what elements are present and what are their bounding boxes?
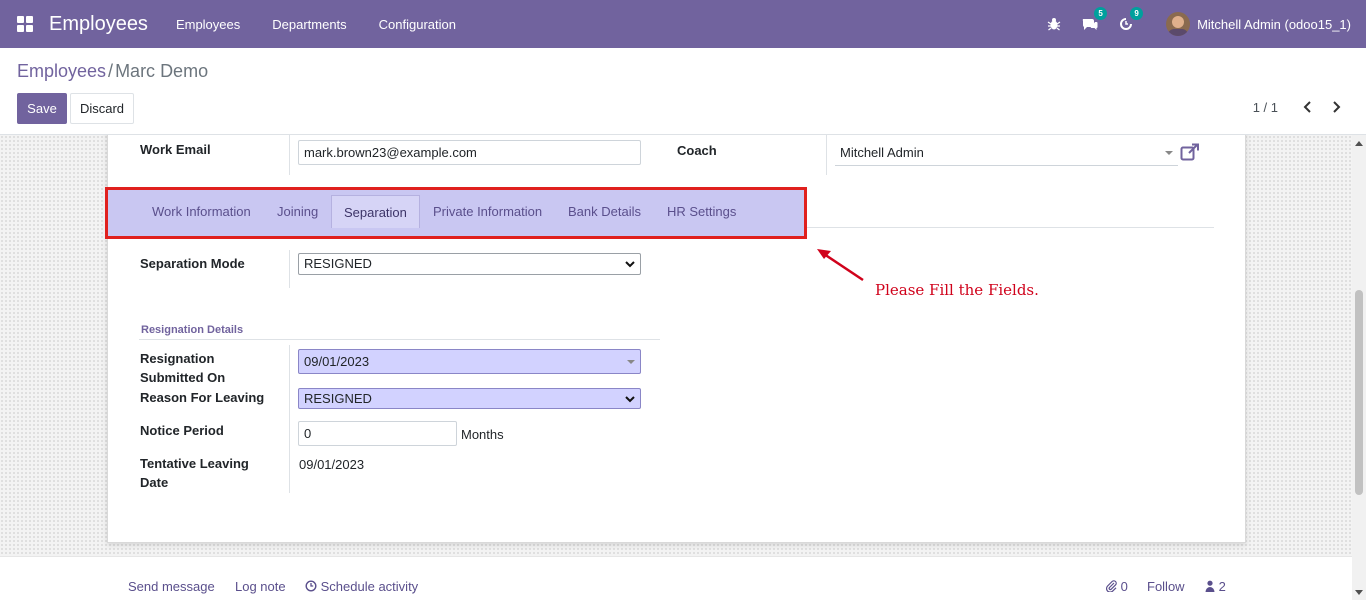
tab-separation[interactable]: Separation [331,195,420,228]
notice-period-label: Notice Period [140,423,224,438]
divider [826,135,827,175]
discard-button[interactable]: Discard [70,93,134,124]
menu-configuration[interactable]: Configuration [379,17,456,32]
reason-for-leaving-value: RESIGNED [304,391,372,406]
divider [289,250,290,288]
attachments-count: 0 [1120,579,1128,594]
tentative-leaving-date-label: Tentative Leaving Date [140,456,249,490]
scroll-up-icon[interactable] [1355,141,1363,146]
main-menu: Employees Departments Configuration [176,17,488,32]
control-panel: Employees / Marc Demo Save Discard 1 / 1 [0,48,1366,135]
attachments-button[interactable]: 0 [1105,579,1128,594]
chevron-down-icon [625,396,635,403]
menu-departments[interactable]: Departments [272,17,346,32]
work-email-field[interactable]: mark.brown23@example.com [298,140,641,165]
breadcrumb: Employees / Marc Demo [17,61,208,82]
section-divider [139,339,660,340]
work-email-label: Work Email [140,142,211,157]
divider [289,345,290,493]
scroll-down-icon[interactable] [1355,590,1363,595]
vertical-scrollbar[interactable] [1352,135,1366,600]
apps-menu-icon[interactable] [17,16,33,32]
annotation-text: Please Fill the Fields. [875,281,1039,299]
resignation-section-title: Resignation Details [141,324,244,336]
breadcrumb-employees[interactable]: Employees [17,61,106,81]
follow-button[interactable]: Follow [1147,579,1185,594]
schedule-activity-label: Schedule activity [320,579,419,594]
systray: 5 9 Mitchell Admin (odoo15_1) [1028,0,1366,48]
user-avatar [1166,12,1191,36]
resignation-submitted-value: 09/01/2023 [304,354,370,369]
coach-label: Coach [677,143,717,158]
activities-badge: 9 [1130,7,1144,20]
chevron-down-icon[interactable] [627,360,635,364]
tab-private-information[interactable]: Private Information [421,195,554,228]
debug-bug-icon[interactable] [1044,14,1064,34]
form-view: Work Email mark.brown23@example.com Coac… [0,135,1352,556]
divider [289,135,290,175]
messages-badge: 5 [1094,7,1108,20]
resignation-submitted-label: Resignation Submitted On [140,351,226,385]
reason-for-leaving-label: Reason For Leaving [140,390,265,405]
messages-icon[interactable]: 5 [1080,7,1108,34]
scrollbar-thumb[interactable] [1355,290,1363,495]
user-icon [1205,580,1215,592]
schedule-activity-button[interactable]: Schedule activity [305,579,418,594]
breadcrumb-current: Marc Demo [115,61,209,81]
send-message-button[interactable]: Send message [128,579,215,594]
tab-joining[interactable]: Joining [265,195,330,228]
pager-value[interactable]: 1 / 1 [1253,100,1278,115]
app-title[interactable]: Employees [49,13,148,36]
top-navbar: Employees Employees Departments Configur… [0,0,1366,48]
pager-next-icon[interactable] [1328,98,1344,116]
external-link-icon[interactable] [1180,143,1200,163]
breadcrumb-separator: / [108,61,114,81]
tab-work-information[interactable]: Work Information [140,195,263,228]
reason-for-leaving-select[interactable]: RESIGNED [298,388,641,409]
tab-bank-details[interactable]: Bank Details [556,195,653,228]
paperclip-icon [1105,580,1117,593]
annotation-arrow-icon [817,249,864,282]
separation-mode-select[interactable]: RESIGNED [298,253,641,275]
notice-period-input[interactable]: 0 [298,421,457,446]
separation-mode-value: RESIGNED [304,256,372,271]
tentative-leaving-date-value: 09/01/2023 [299,457,365,472]
coach-field[interactable]: Mitchell Admin [835,141,1178,166]
activities-clock-icon[interactable]: 9 [1116,7,1144,34]
clock-icon [305,580,317,592]
followers-count: 2 [1218,579,1226,594]
chevron-down-icon [625,261,635,268]
resignation-submitted-date-field[interactable]: 09/01/2023 [298,349,641,374]
tabs-underline [807,227,1214,228]
save-button[interactable]: Save [17,93,67,124]
user-name: Mitchell Admin (odoo15_1) [1197,16,1351,32]
separation-mode-label: Separation Mode [140,256,245,271]
user-menu[interactable]: Mitchell Admin (odoo15_1) [1166,12,1351,36]
followers-button[interactable]: 2 [1205,579,1226,594]
chatter-bar: Send message Log note Schedule activity … [0,556,1352,600]
menu-employees[interactable]: Employees [176,17,240,32]
log-note-button[interactable]: Log note [235,579,286,594]
notice-period-unit: Months [461,427,504,442]
coach-value: Mitchell Admin [840,145,924,160]
chevron-down-icon[interactable] [1165,151,1173,155]
tab-hr-settings[interactable]: HR Settings [655,195,748,228]
pager-previous-icon[interactable] [1300,98,1316,116]
